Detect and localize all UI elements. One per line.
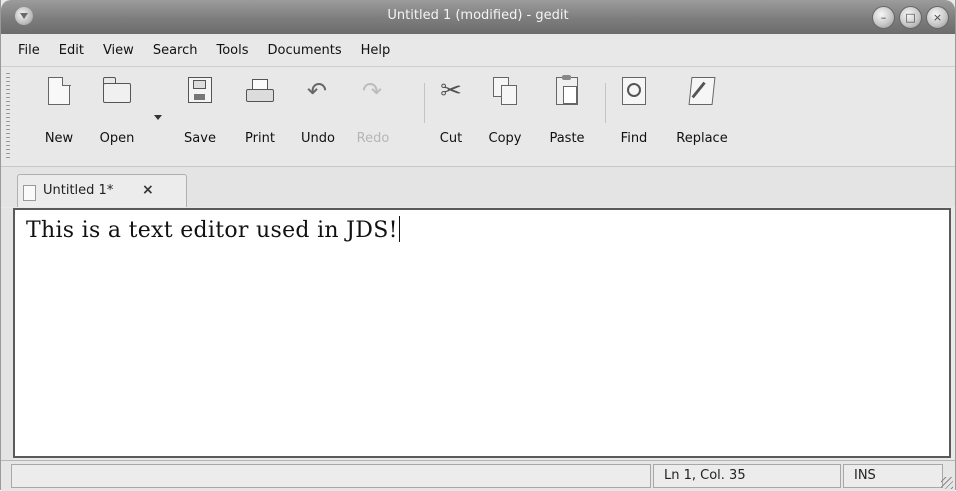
open-label: Open xyxy=(99,131,135,146)
undo-button[interactable]: ↶ Undo xyxy=(293,77,343,157)
open-button[interactable]: Open xyxy=(89,77,145,157)
editor-margin xyxy=(1,208,13,460)
menu-bar: File Edit View Search Tools Documents He… xyxy=(1,34,955,66)
redo-icon: ↷ xyxy=(362,77,383,105)
copy-icon xyxy=(491,77,519,105)
find-button[interactable]: Find xyxy=(613,77,655,157)
tab-label: Untitled 1* xyxy=(43,183,114,198)
new-label: New xyxy=(44,131,74,146)
open-recent-dropdown-icon[interactable] xyxy=(154,115,162,120)
status-bar: Ln 1, Col. 35 INS xyxy=(1,460,955,491)
clipboard-icon xyxy=(553,75,581,105)
resize-grip-icon[interactable] xyxy=(941,477,953,489)
menu-documents[interactable]: Documents xyxy=(268,43,342,58)
menu-file[interactable]: File xyxy=(18,43,40,58)
folder-icon xyxy=(102,77,131,105)
copy-button[interactable]: Copy xyxy=(480,77,530,157)
document-tab-bar: Untitled 1* × xyxy=(1,166,955,207)
toolbar-separator xyxy=(605,83,606,123)
insert-mode: INS xyxy=(843,464,943,488)
title-bar[interactable]: Untitled 1 (modified) - gedit – □ × xyxy=(1,0,955,34)
scissors-icon: ✂ xyxy=(440,76,462,106)
save-label: Save xyxy=(184,131,216,146)
cut-button[interactable]: ✂ Cut xyxy=(431,77,471,157)
undo-label: Undo xyxy=(301,131,335,146)
menu-tools[interactable]: Tools xyxy=(216,43,248,58)
replace-icon xyxy=(688,77,716,105)
new-button[interactable]: New xyxy=(34,76,84,157)
print-label: Print xyxy=(245,131,275,146)
editor-content[interactable]: This is a text editor used in JDS! xyxy=(26,216,401,243)
toolbar: New Open Save Print ↶ Undo ↷ Redo ✂ Cut xyxy=(1,66,955,167)
find-label: Find xyxy=(620,131,648,146)
menu-view[interactable]: View xyxy=(103,43,134,58)
menu-edit[interactable]: Edit xyxy=(59,43,84,58)
editor-line-1: This is a text editor used in JDS! xyxy=(26,218,398,243)
gedit-window: Untitled 1 (modified) - gedit – □ × File… xyxy=(0,0,956,491)
document-icon xyxy=(23,185,36,201)
maximize-icon[interactable]: □ xyxy=(899,6,922,29)
replace-label: Replace xyxy=(676,131,728,146)
status-message xyxy=(11,464,651,488)
paste-label: Paste xyxy=(549,131,585,146)
menu-search[interactable]: Search xyxy=(153,43,198,58)
redo-label: Redo xyxy=(356,131,390,146)
window-controls: – □ × xyxy=(872,6,949,29)
new-document-icon xyxy=(45,76,73,105)
text-cursor xyxy=(398,216,401,242)
copy-label: Copy xyxy=(488,131,522,146)
printer-icon xyxy=(246,77,274,105)
find-icon xyxy=(620,77,648,105)
close-icon[interactable]: × xyxy=(926,6,949,29)
menu-help[interactable]: Help xyxy=(361,43,391,58)
cut-label: Cut xyxy=(439,131,463,146)
replace-button[interactable]: Replace xyxy=(665,77,739,157)
print-button[interactable]: Print xyxy=(235,77,285,157)
save-button[interactable]: Save xyxy=(175,77,225,157)
paste-button[interactable]: Paste xyxy=(538,75,596,157)
redo-button[interactable]: ↷ Redo xyxy=(348,77,398,157)
tab-untitled-1[interactable]: Untitled 1* × xyxy=(17,174,187,207)
floppy-disk-icon xyxy=(186,77,214,105)
window-title: Untitled 1 (modified) - gedit xyxy=(387,8,569,23)
toolbar-grip[interactable] xyxy=(6,73,10,161)
cursor-position: Ln 1, Col. 35 xyxy=(653,464,841,488)
text-editor[interactable]: This is a text editor used in JDS! xyxy=(13,208,951,458)
undo-icon: ↶ xyxy=(307,77,328,105)
tab-close-icon[interactable]: × xyxy=(142,182,154,198)
toolbar-separator xyxy=(424,83,425,123)
minimize-icon[interactable]: – xyxy=(872,6,895,29)
